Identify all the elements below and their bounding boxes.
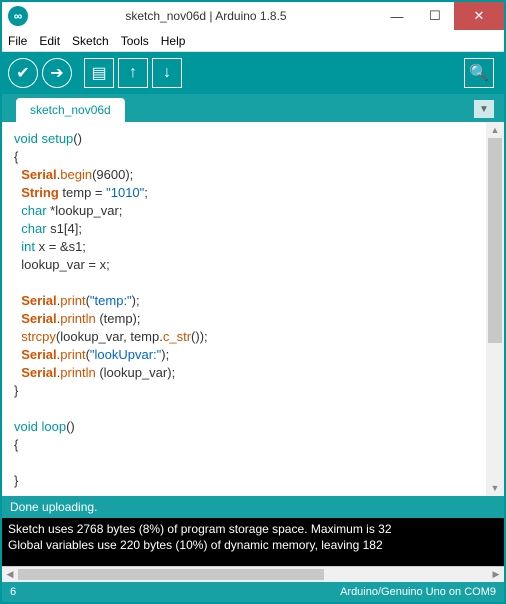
editor-pane: void setup() { Serial.begin(9600); Strin…: [2, 122, 504, 496]
line-number: 6: [10, 586, 50, 598]
arrow-down-icon: ↓: [163, 64, 171, 82]
tab-menu-button[interactable]: ▼: [474, 100, 494, 118]
footer: 6 Arduino/Genuino Uno on COM9: [2, 582, 504, 602]
toolbar: ✔ ➔ ▤ ↑ ↓ 🔍: [2, 52, 504, 94]
arrow-right-icon: ➔: [50, 63, 63, 83]
check-icon: ✔: [16, 63, 29, 83]
code-editor[interactable]: void setup() { Serial.begin(9600); Strin…: [2, 122, 486, 496]
menu-help[interactable]: Help: [161, 34, 186, 48]
tabbar: sketch_nov06d ▼: [2, 94, 504, 122]
scroll-thumb[interactable]: [488, 138, 502, 343]
titlebar: ∞ sketch_nov06d | Arduino 1.8.5 — ☐ ✕: [2, 2, 504, 30]
status-bar: Done uploading.: [2, 496, 504, 518]
minimize-button[interactable]: —: [378, 2, 416, 30]
arrow-up-icon: ↑: [129, 64, 137, 82]
scroll-right-icon[interactable]: ▶: [488, 569, 504, 580]
console-output[interactable]: Sketch uses 2768 bytes (8%) of program s…: [2, 518, 504, 566]
new-button[interactable]: ▤: [84, 58, 114, 88]
upload-button[interactable]: ➔: [42, 58, 72, 88]
menu-edit[interactable]: Edit: [39, 34, 60, 48]
save-button[interactable]: ↓: [152, 58, 182, 88]
menu-file[interactable]: File: [8, 34, 27, 48]
serial-monitor-button[interactable]: 🔍: [464, 58, 494, 88]
menu-sketch[interactable]: Sketch: [72, 34, 109, 48]
app-window: ∞ sketch_nov06d | Arduino 1.8.5 — ☐ ✕ Fi…: [0, 0, 506, 604]
window-title: sketch_nov06d | Arduino 1.8.5: [34, 9, 378, 23]
vertical-scrollbar[interactable]: ▲ ▼: [486, 122, 504, 496]
scroll-up-icon[interactable]: ▲: [486, 122, 504, 138]
board-info: Arduino/Genuino Uno on COM9: [50, 586, 496, 598]
hscroll-thumb[interactable]: [18, 569, 324, 580]
scroll-left-icon[interactable]: ◀: [2, 569, 18, 580]
menubar: File Edit Sketch Tools Help: [2, 30, 504, 52]
arduino-app-icon: ∞: [8, 6, 28, 26]
window-controls: — ☐ ✕: [378, 2, 504, 30]
chevron-down-icon: ▼: [479, 104, 489, 115]
tab-sketch[interactable]: sketch_nov06d: [16, 98, 125, 122]
maximize-button[interactable]: ☐: [416, 2, 454, 30]
close-button[interactable]: ✕: [454, 2, 504, 30]
open-button[interactable]: ↑: [118, 58, 148, 88]
status-text: Done uploading.: [10, 500, 97, 514]
scroll-down-icon[interactable]: ▼: [486, 480, 504, 496]
menu-tools[interactable]: Tools: [121, 34, 149, 48]
serial-monitor-icon: 🔍: [469, 63, 489, 83]
verify-button[interactable]: ✔: [8, 58, 38, 88]
file-icon: ▤: [91, 63, 106, 83]
horizontal-scrollbar[interactable]: ◀ ▶: [2, 566, 504, 582]
